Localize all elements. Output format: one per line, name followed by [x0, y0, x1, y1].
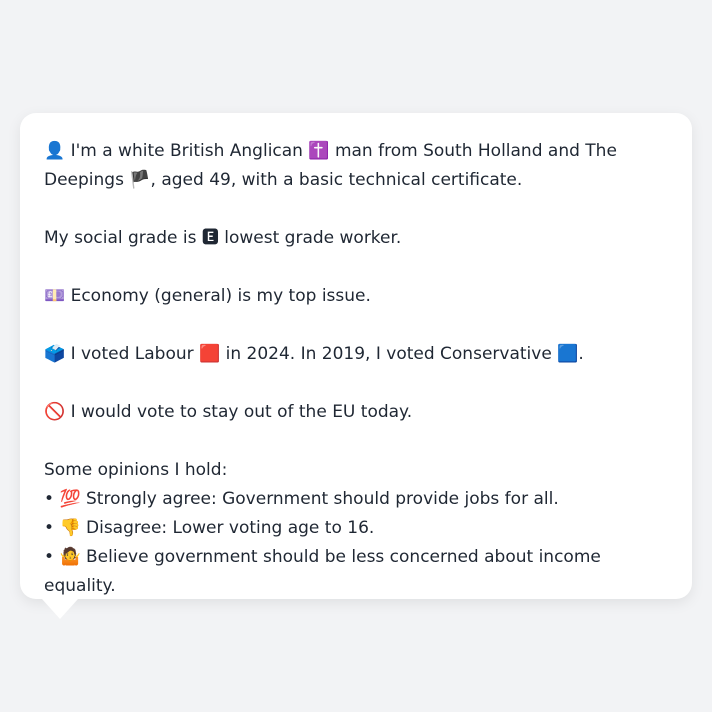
eu-text: I would vote to stay out of the EU today… — [65, 402, 413, 422]
social-grade-text: My social grade is 🅴 lowest grade worker… — [44, 224, 668, 253]
opinion-text: Disagree: Lower voting age to 16. — [80, 518, 375, 538]
vote-history-text: 🗳️ I voted Labour 🟥 in 2024. In 2019, I … — [44, 340, 668, 369]
vote-text-c: . — [578, 344, 584, 364]
bubble-tail — [42, 599, 78, 619]
banknote-icon: 💷 — [44, 286, 66, 306]
person-icon: 👤 — [44, 141, 66, 161]
profile-text-a: I'm a white British Anglican — [65, 141, 309, 161]
list-item: • 👎 Disagree: Lower voting age to 16. — [44, 514, 668, 543]
prohibited-icon: 🚫 — [44, 402, 66, 422]
hundred-points-icon: 💯 — [59, 489, 81, 509]
grade-text-b: lowest grade worker. — [218, 228, 402, 248]
cross-icon: ✝️ — [308, 141, 330, 161]
shrug-icon: 🤷 — [59, 547, 81, 567]
england-flag-icon: 🏴 — [129, 170, 151, 190]
message-bubble: 👤 I'm a white British Anglican ✝️ man fr… — [20, 113, 692, 599]
opinion-text: Strongly agree: Government should provid… — [80, 489, 559, 509]
red-square-icon: 🟥 — [199, 344, 221, 364]
profile-text: 👤 I'm a white British Anglican ✝️ man fr… — [44, 137, 668, 195]
bullet: • — [44, 518, 60, 538]
ballot-box-icon: 🗳️ — [44, 344, 66, 364]
opinions-heading: Some opinions I hold: — [44, 460, 228, 480]
list-item: • 🤷 Believe government should be less co… — [44, 543, 668, 601]
bullet: • — [44, 547, 60, 567]
vote-text-a: I voted Labour — [65, 344, 200, 364]
top-issue-text: 💷 Economy (general) is my top issue. — [44, 282, 668, 311]
profile-text-c: , aged 49, with a basic technical certif… — [150, 170, 523, 190]
bullet: • — [44, 489, 60, 509]
opinion-text: Believe government should be less concer… — [44, 547, 601, 596]
list-item: • 💯 Strongly agree: Government should pr… — [44, 485, 668, 514]
vote-text-b: in 2024. In 2019, I voted Conservative — [220, 344, 558, 364]
grade-text-a: My social grade is — [44, 228, 202, 248]
blue-square-icon: 🟦 — [557, 344, 579, 364]
grade-e-icon: 🅴 — [201, 228, 219, 248]
thumbs-down-icon: 👎 — [59, 518, 81, 538]
issue-text: Economy (general) is my top issue. — [65, 286, 371, 306]
opinions-list: • 💯 Strongly agree: Government should pr… — [44, 485, 668, 601]
eu-stance-text: 🚫 I would vote to stay out of the EU tod… — [44, 398, 668, 427]
